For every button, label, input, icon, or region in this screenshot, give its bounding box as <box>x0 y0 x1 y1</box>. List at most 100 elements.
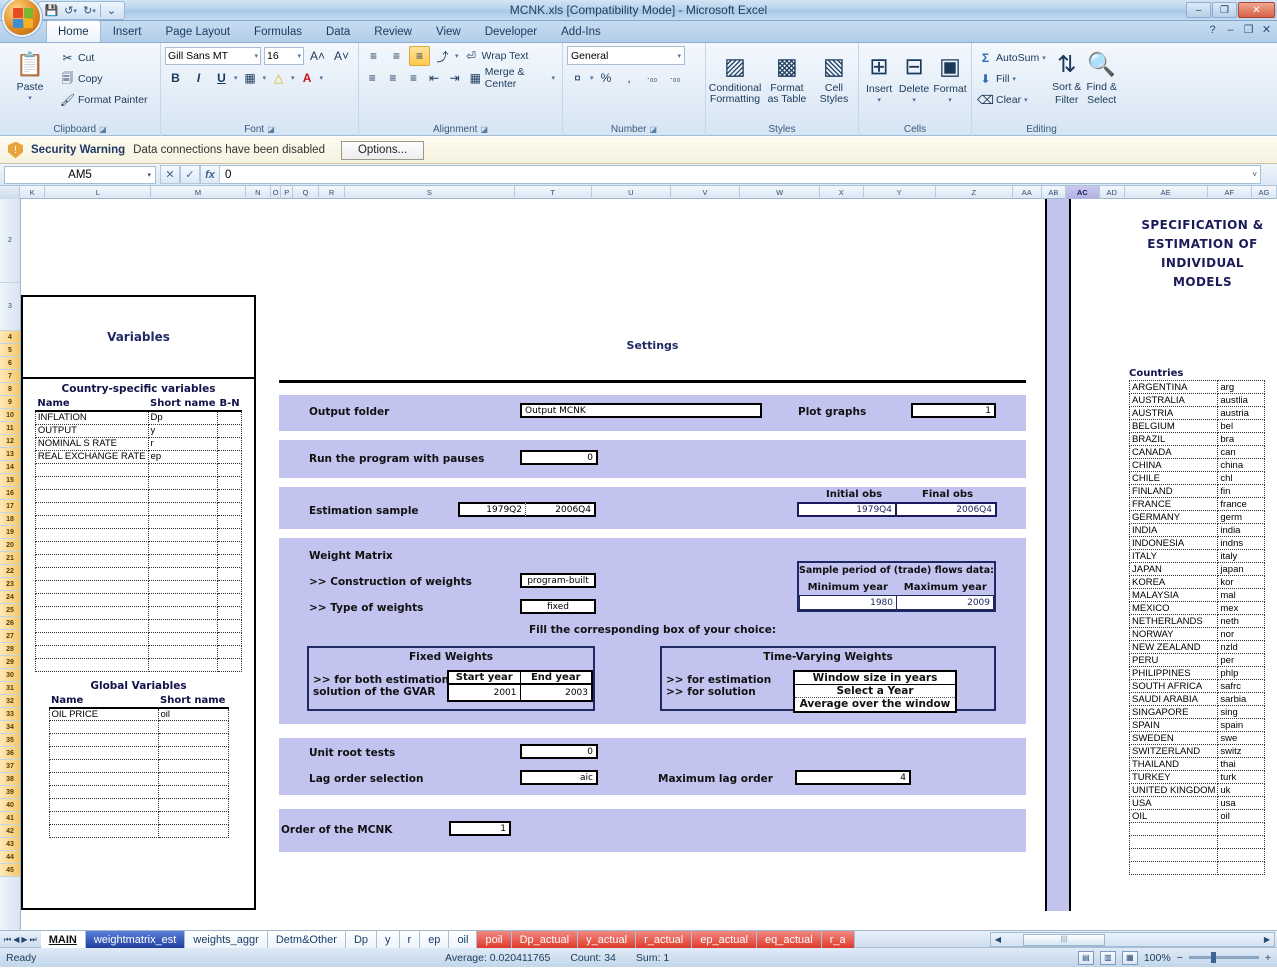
clipboard-dialog-launcher-icon[interactable]: ◪ <box>99 125 107 134</box>
table-row[interactable]: CHINA china <box>1128 458 1265 472</box>
table-cell[interactable]: bel <box>1217 419 1265 433</box>
row-header-32[interactable]: 32 <box>0 695 20 708</box>
format-cells-button[interactable]: ▣ Format ▾ <box>933 48 967 105</box>
column-header-v[interactable]: V <box>671 186 741 199</box>
table-cell[interactable] <box>34 514 149 529</box>
tv-window-size-option[interactable]: Window size in years <box>795 672 955 685</box>
table-cell[interactable]: SOUTH AFRICA <box>1128 679 1219 693</box>
table-row[interactable]: NORWAY nor <box>1128 627 1265 641</box>
zoom-controls[interactable]: ▤ ▥ ▦ 100% − + <box>1077 950 1271 965</box>
bold-button[interactable]: B <box>165 68 186 88</box>
sheet-tab-oil[interactable]: oil <box>449 931 478 948</box>
table-cell[interactable] <box>147 605 219 620</box>
table-row[interactable] <box>1128 848 1265 862</box>
table-row[interactable]: NOMINAL S RATE r <box>34 436 243 451</box>
table-cell[interactable] <box>34 475 149 490</box>
table-cell[interactable] <box>157 785 229 799</box>
table-cell[interactable] <box>147 592 219 607</box>
percent-format-button[interactable]: % <box>596 68 617 88</box>
format-painter-button[interactable]: 🖌 Format Painter <box>58 90 149 110</box>
table-cell[interactable]: oil <box>1217 809 1265 823</box>
table-cell[interactable] <box>34 540 149 555</box>
find-select-button[interactable]: 🔍 Find & Select <box>1086 46 1118 107</box>
row-headers[interactable]: 2 3 4 5 6 7 8 9 10 11 12 13 14 15 16 17 18 19 20 21 22 23 24 25… <box>0 199 21 930</box>
page-break-view-icon[interactable]: ▦ <box>1121 950 1138 965</box>
ribbon-tab-view[interactable]: View <box>424 21 473 42</box>
table-row[interactable]: NETHERLANDS neth <box>1128 614 1265 628</box>
enter-formula-icon[interactable]: ✓ <box>180 165 200 184</box>
increase-indent-button[interactable]: ⇥ <box>445 68 464 88</box>
font-color-caret-icon[interactable]: ▾ <box>320 74 324 82</box>
table-row[interactable]: ITALY italy <box>1128 549 1265 563</box>
table-row[interactable] <box>48 772 229 786</box>
table-row[interactable] <box>34 488 243 503</box>
sheet-tab-r-a[interactable]: r_a <box>821 931 855 948</box>
global-variables-body[interactable]: OIL PRICE oil <box>48 707 229 838</box>
table-row[interactable] <box>1128 861 1265 875</box>
table-cell[interactable] <box>1217 835 1265 849</box>
table-row[interactable] <box>1128 835 1265 849</box>
row-header-8[interactable]: 8 <box>0 383 20 396</box>
table-cell[interactable] <box>216 527 243 542</box>
table-row[interactable]: FINLAND fin <box>1128 484 1265 498</box>
ribbon-tab-formulas[interactable]: Formulas <box>242 21 314 42</box>
table-cell[interactable]: germ <box>1217 510 1265 524</box>
table-cell[interactable]: SWEDEN <box>1128 731 1219 745</box>
ribbon[interactable]: 📋 Paste ▾ ✂ Cut 🗐 Copy 🖌 Format Painter <box>0 43 1277 136</box>
table-cell[interactable]: india <box>1217 523 1265 537</box>
country-specific-variables-table[interactable]: Name Short name B-N INFLATION Dp OUTPUT y NO… <box>34 397 243 672</box>
format-as-table-button[interactable]: ▩ Format as Table <box>764 48 810 105</box>
table-cell[interactable] <box>34 644 149 659</box>
last-sheet-icon[interactable]: ⏭ <box>30 935 37 945</box>
sheet-tabs[interactable]: MAIN weightmatrix_est weights_aggr Detm&Oth… <box>40 931 855 948</box>
row-header-31[interactable]: 31 <box>0 682 20 695</box>
column-header-s[interactable]: S <box>345 186 515 199</box>
ribbon-tab-page-layout[interactable]: Page Layout <box>153 21 242 42</box>
name-box-caret-icon[interactable]: ▾ <box>147 171 151 179</box>
align-bottom-button[interactable]: ≡ <box>409 46 430 66</box>
table-cell[interactable]: per <box>1217 653 1265 667</box>
table-cell[interactable] <box>34 592 149 607</box>
table-row[interactable]: SWEDEN swe <box>1128 731 1265 745</box>
cut-button[interactable]: ✂ Cut <box>58 48 149 68</box>
table-row[interactable]: UNITED KINGDOM uk <box>1128 783 1265 797</box>
table-cell[interactable] <box>34 657 149 672</box>
table-cell[interactable]: usa <box>1217 796 1265 810</box>
fixed-weights-years[interactable]: Start year End year 2001 2003 <box>447 670 593 702</box>
table-cell[interactable]: NETHERLANDS <box>1128 614 1219 628</box>
table-cell[interactable]: france <box>1217 497 1265 511</box>
row-header-19[interactable]: 19 <box>0 526 20 539</box>
table-cell[interactable] <box>216 514 243 529</box>
column-headers[interactable]: K L M N O P Q R S T U V W X Y Z AA AB AC AD AE AF AG <box>0 186 1277 199</box>
table-cell[interactable]: oil <box>157 707 229 721</box>
table-row[interactable]: JAPAN japan <box>1128 562 1265 576</box>
table-row[interactable]: INFLATION Dp <box>34 410 243 425</box>
table-cell[interactable] <box>48 720 159 734</box>
table-row[interactable]: SINGAPORE sing <box>1128 705 1265 719</box>
column-header-ag[interactable]: AG <box>1252 186 1277 199</box>
table-cell[interactable] <box>34 618 149 633</box>
wrap-text-button[interactable]: ⏎ Wrap Text <box>461 46 532 66</box>
table-cell[interactable] <box>48 785 159 799</box>
estimation-end-input[interactable]: 2006Q4 <box>526 502 596 517</box>
table-cell[interactable]: uk <box>1217 783 1265 797</box>
merge-center-button[interactable]: ▦ Merge & Center ▾ <box>466 66 558 90</box>
table-cell[interactable]: OUTPUT <box>34 423 149 438</box>
shrink-font-button[interactable]: A˅ <box>331 46 352 66</box>
table-cell[interactable]: SINGAPORE <box>1128 705 1219 719</box>
table-cell[interactable] <box>157 798 229 812</box>
scrollbar-thumb[interactable]: |||| <box>1023 933 1105 946</box>
table-cell[interactable] <box>216 605 243 620</box>
insert-function-icon[interactable]: fx <box>200 165 220 184</box>
column-header-y[interactable]: Y <box>864 186 936 199</box>
column-header-k[interactable]: K <box>20 186 46 199</box>
table-cell[interactable] <box>216 475 243 490</box>
insert-cells-caret-icon[interactable]: ▾ <box>877 96 881 104</box>
ribbon-tab-developer[interactable]: Developer <box>473 21 549 42</box>
plot-graphs-input[interactable]: 1 <box>911 403 996 418</box>
comma-format-button[interactable]: , <box>619 68 640 88</box>
table-cell[interactable]: INDIA <box>1128 523 1219 537</box>
sheet-tab-r-actual[interactable]: r_actual <box>636 931 693 948</box>
table-cell[interactable] <box>216 540 243 555</box>
table-row[interactable] <box>34 462 243 477</box>
